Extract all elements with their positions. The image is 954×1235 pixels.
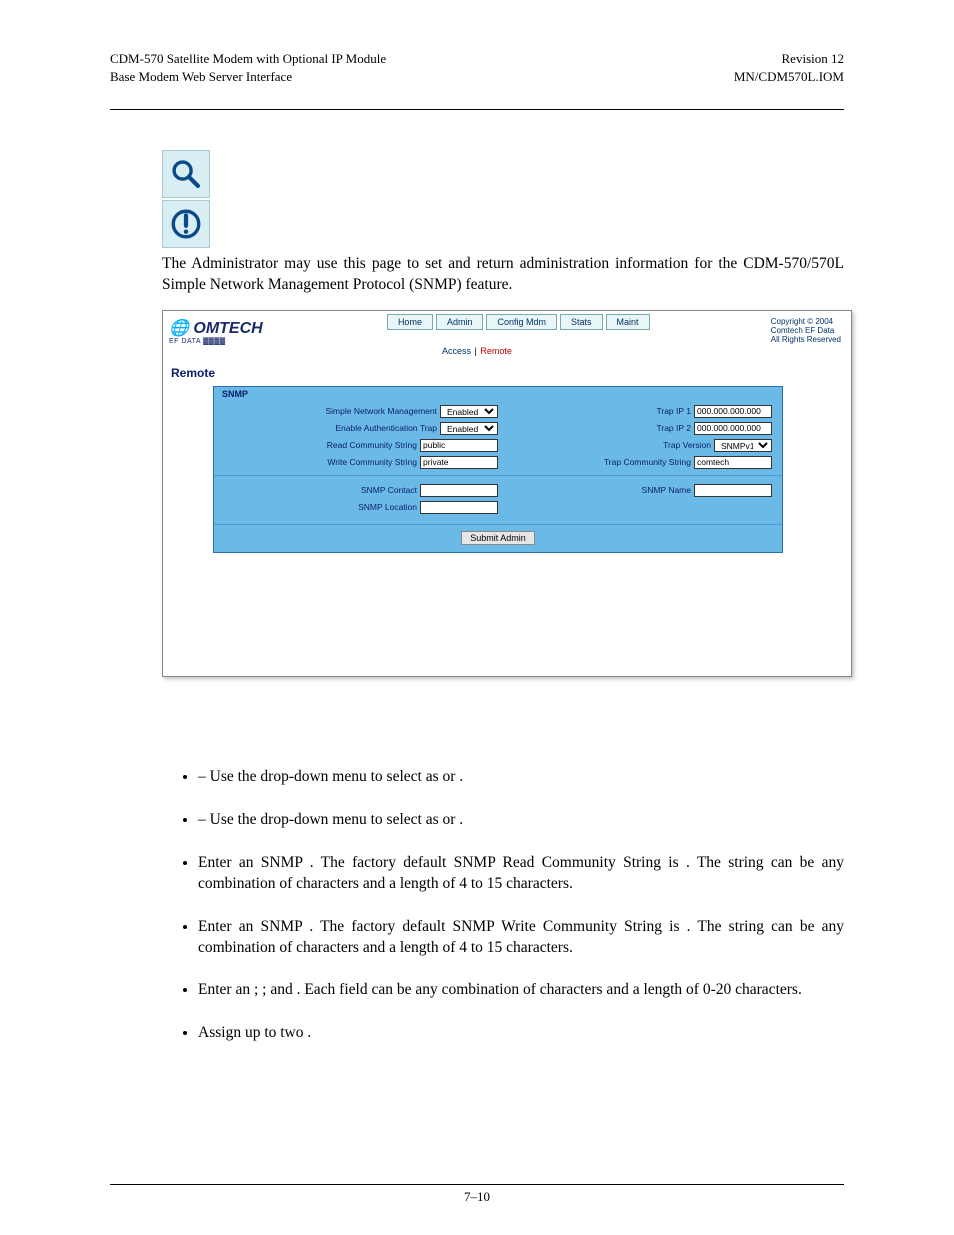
body-bullets: – Use the drop-down menu to select as or… [162,767,844,1044]
input-read-cs[interactable] [420,439,498,452]
copyright-block: Copyright © 2004 Comtech EF Data All Rig… [771,314,845,345]
input-snmp-contact[interactable] [420,484,498,497]
intro-paragraph: The Administrator may use this page to s… [162,254,844,296]
input-trap-ip2[interactable] [694,422,772,435]
tab-stats[interactable]: Stats [560,314,603,330]
brand-logo: 🌐 OMTECH [169,318,263,338]
snmp-heading: SNMP [214,389,782,401]
tab-maint[interactable]: Maint [606,314,650,330]
embedded-screenshot: 🌐 OMTECH EF DATA ▓▓▓▓ Home Admin Config … [162,310,852,677]
bullet-5: Enter an ; ; and . Each field can be any… [198,980,844,1001]
input-snmp-name[interactable] [694,484,772,497]
label-trap-cs: Trap Community String [604,457,691,467]
bullet-1: – Use the drop-down menu to select as or… [198,767,844,788]
section-title: Remote [163,362,851,386]
brand-sub: EF DATA ▓▓▓▓ [169,338,263,345]
snmp-panel: SNMP Simple Network Management Enabled T… [213,386,783,553]
header-right-1: Revision 12 [734,50,844,68]
tab-home[interactable]: Home [387,314,433,330]
top-nav: Home Admin Config Mdm Stats Maint [384,314,650,330]
header-right-2: MN/CDM570L.IOM [734,68,844,86]
bullet-6: Assign up to two . [198,1023,844,1044]
input-trap-cs[interactable] [694,456,772,469]
tab-config-mdm[interactable]: Config Mdm [486,314,557,330]
select-trap-version[interactable]: SNMPv1 [714,439,772,452]
sub-nav: Access | Remote [163,345,851,362]
subnav-access[interactable]: Access [442,346,471,356]
input-snmp-location[interactable] [420,501,498,514]
tab-admin[interactable]: Admin [436,314,484,330]
footer-rule [110,1184,844,1185]
input-trap-ip1[interactable] [694,405,772,418]
header-left-1: CDM-570 Satellite Modem with Optional IP… [110,50,386,68]
label-snmp-location: SNMP Location [358,502,417,512]
label-write-cs: Write Community String [327,457,417,467]
select-snm[interactable]: Enabled [440,405,498,418]
bullet-3: Enter an SNMP . The factory default SNMP… [198,853,844,895]
label-trap-ip1: Trap IP 1 [657,406,692,416]
select-auth-trap[interactable]: Enabled [440,422,498,435]
page-header: CDM-570 Satellite Modem with Optional IP… [110,50,844,85]
input-write-cs[interactable] [420,456,498,469]
label-snmp-name: SNMP Name [642,485,691,495]
label-snmp-contact: SNMP Contact [361,485,417,495]
label-snm: Simple Network Management [326,406,438,416]
alert-info-icon [162,200,210,248]
label-trap-version: Trap Version [663,440,711,450]
header-left-2: Base Modem Web Server Interface [110,68,386,86]
subnav-remote[interactable]: Remote [480,346,512,356]
label-auth-trap: Enable Authentication Trap [335,423,437,433]
label-read-cs: Read Community String [327,440,417,450]
bullet-2: – Use the drop-down menu to select as or… [198,810,844,831]
submit-admin-button[interactable]: Submit Admin [461,531,535,545]
page-number: 7–10 [464,1189,490,1204]
magnifier-icon [162,150,210,198]
header-rule [110,109,844,110]
bullet-4: Enter an SNMP . The factory default SNMP… [198,917,844,959]
label-trap-ip2: Trap IP 2 [657,423,692,433]
